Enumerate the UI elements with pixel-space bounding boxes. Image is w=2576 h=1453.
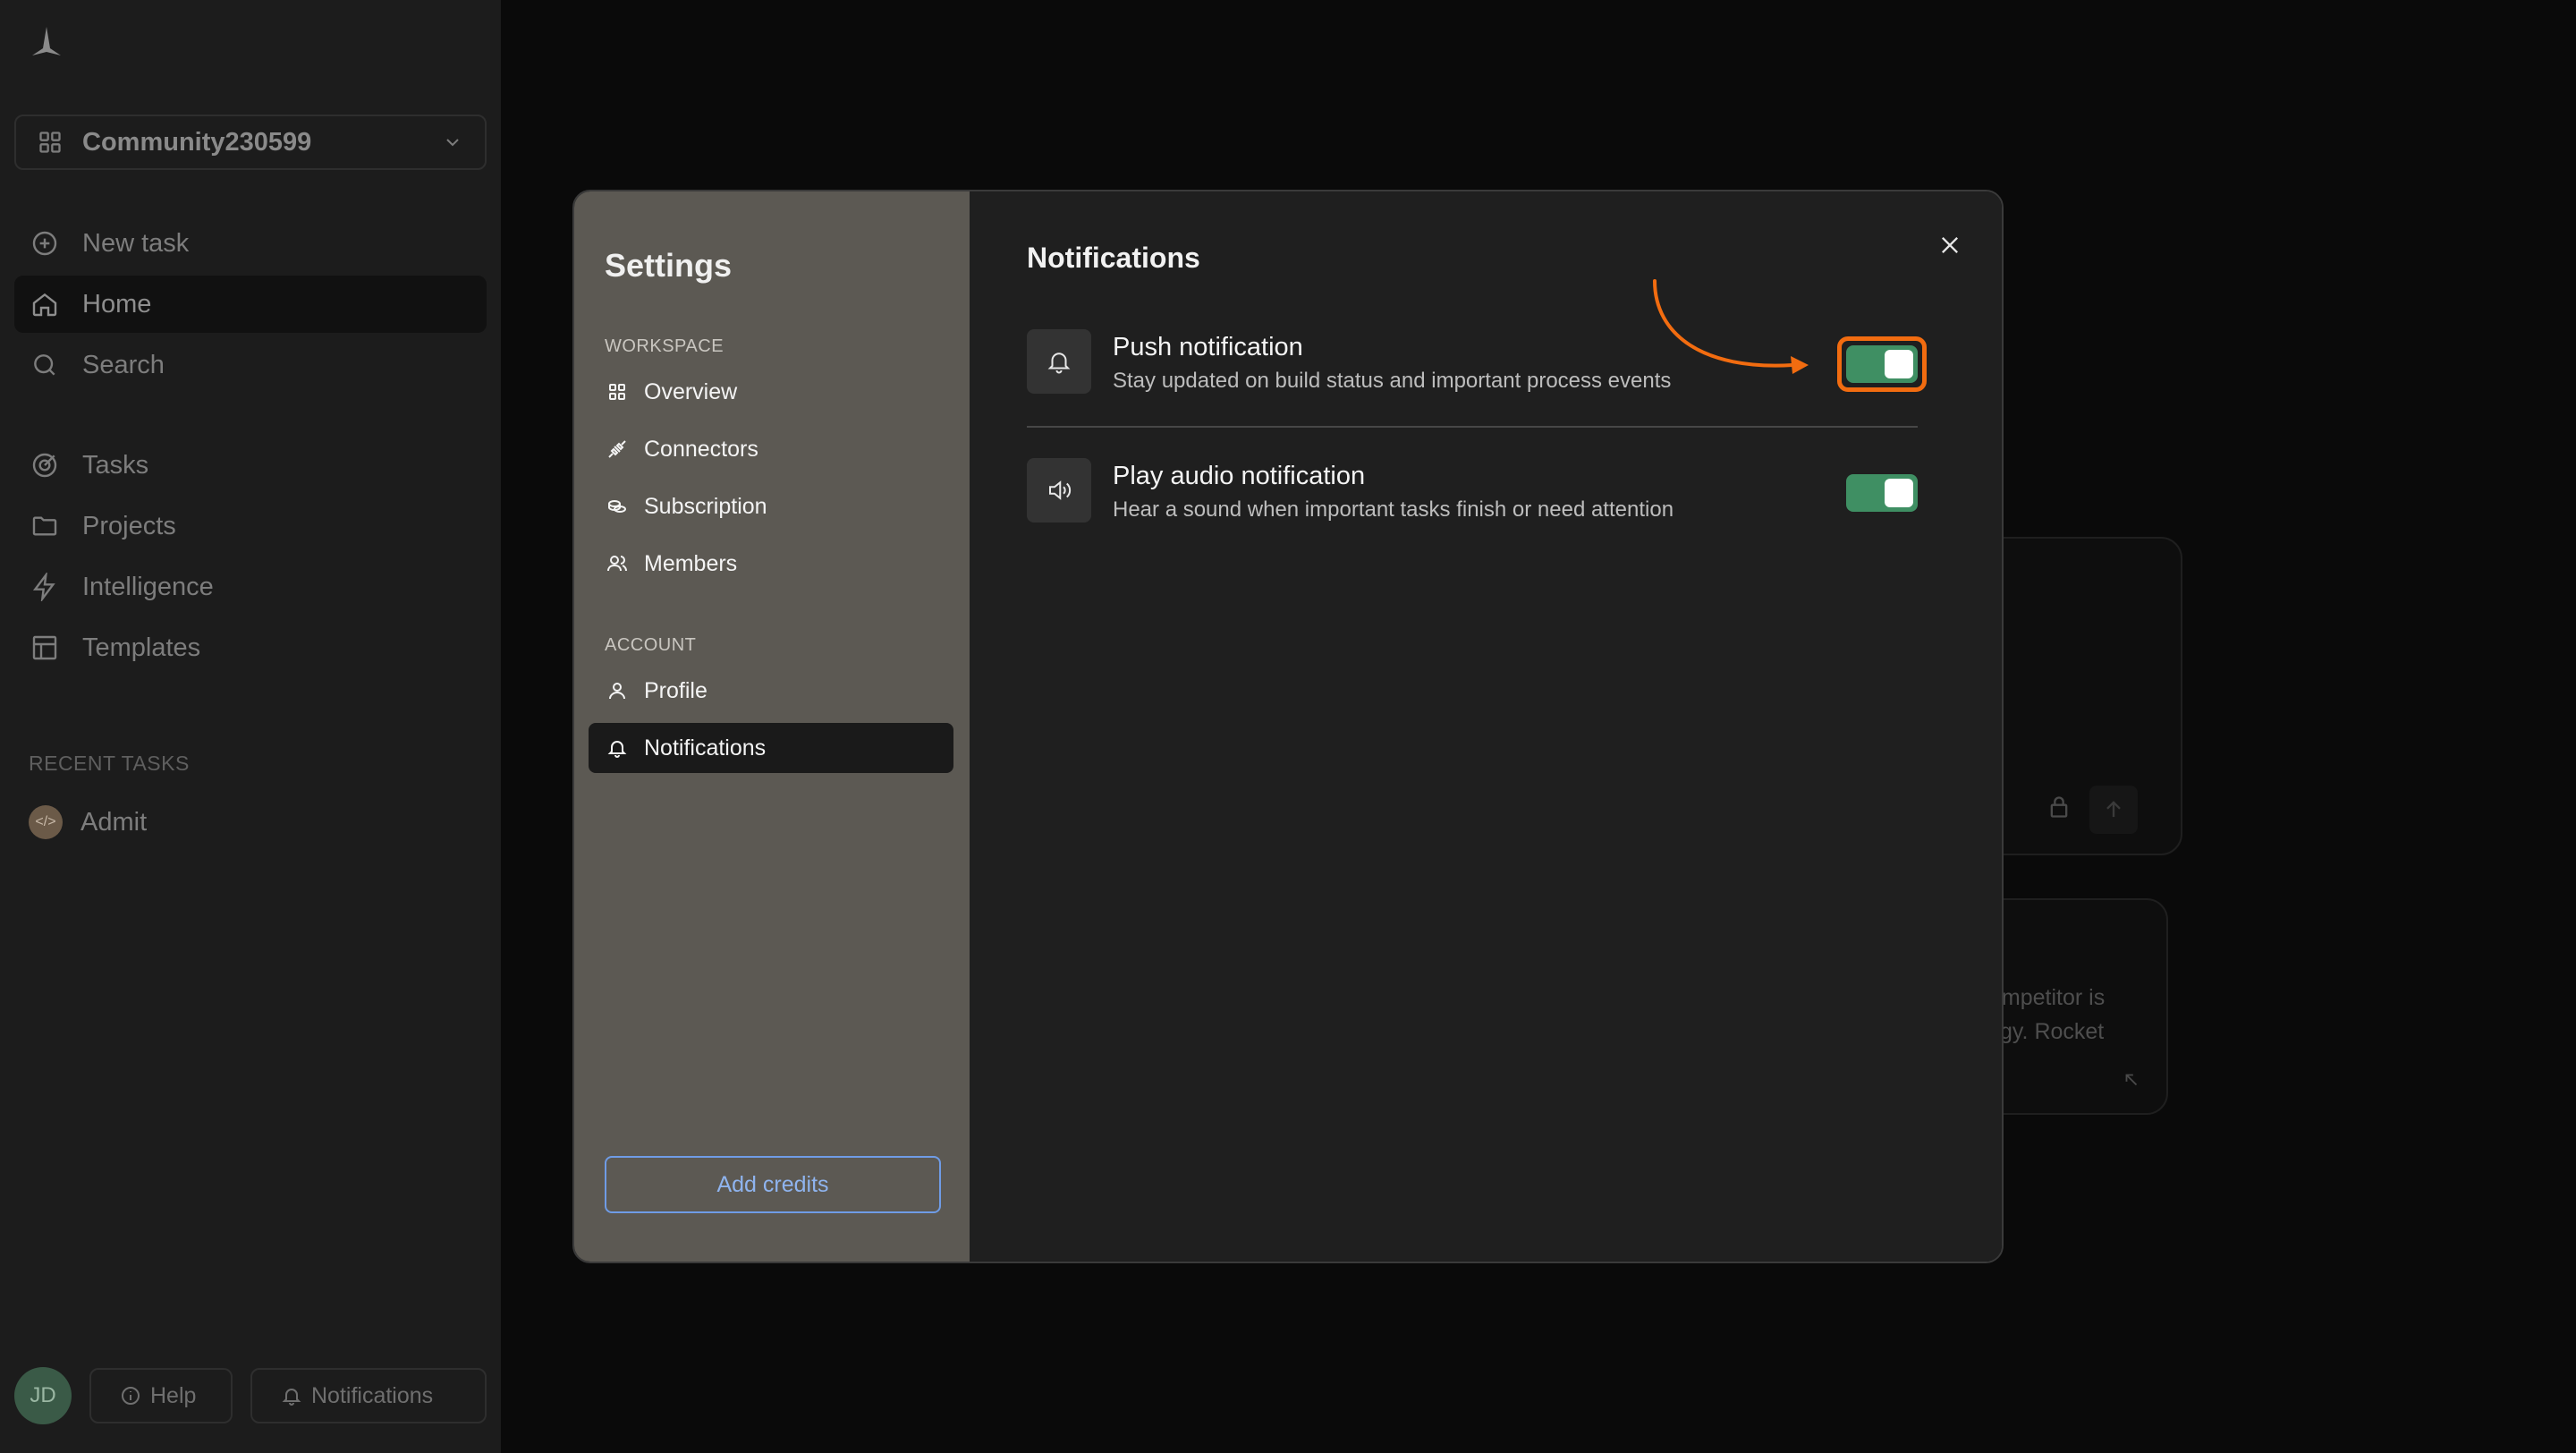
home-icon — [29, 288, 61, 320]
notifications-label: Notifications — [311, 1382, 434, 1408]
settings-nav: Settings WORKSPACE Overview Connectors S… — [574, 191, 970, 1262]
settings-nav-label: Subscription — [644, 493, 767, 519]
settings-nav-label: Members — [644, 550, 738, 576]
sidebar-footer: JD Help Notifications — [14, 1367, 504, 1424]
setting-title: Play audio notification — [1113, 462, 1366, 490]
setting-description: Hear a sound when important tasks finish… — [1113, 497, 1674, 522]
toggle-knob — [1885, 479, 1913, 507]
user-icon — [605, 678, 630, 703]
setting-description: Stay updated on build status and importa… — [1113, 369, 1672, 393]
logo-icon[interactable] — [29, 25, 64, 61]
settings-nav-subscription[interactable]: Subscription — [589, 481, 953, 531]
nav-new-task[interactable]: New task — [14, 215, 487, 272]
workspace-name: Community230599 — [82, 127, 312, 157]
nav-label: New task — [82, 228, 190, 258]
users-icon — [605, 551, 630, 576]
recent-tasks-heading: RECENT TASKS — [29, 752, 190, 775]
nav-label: Search — [82, 350, 165, 379]
grid-icon — [605, 379, 630, 404]
search-icon — [29, 349, 61, 381]
nav-label: Projects — [82, 511, 176, 540]
sidebar: Community230599 New task Home Search Tas… — [0, 0, 501, 1453]
settings-nav-profile[interactable]: Profile — [589, 666, 953, 716]
folder-icon — [29, 510, 61, 542]
code-icon: </> — [29, 805, 63, 839]
card-text-line2: gy. Rocket — [2000, 1019, 2105, 1044]
arrow-up-icon — [2106, 801, 2121, 818]
settings-nav-connectors[interactable]: Connectors — [589, 424, 953, 474]
recent-task-label: Admit — [80, 807, 148, 837]
plus-circle-icon — [29, 227, 61, 259]
help-label: Help — [150, 1382, 197, 1408]
plug-icon — [605, 437, 630, 462]
lock-icon — [2050, 796, 2068, 818]
notifications-heading: Notifications — [1027, 242, 1200, 274]
nav-label: Templates — [82, 633, 201, 662]
nav-tasks[interactable]: Tasks — [14, 437, 487, 494]
audio-notification-row: Play audio notification Hear a sound whe… — [1027, 442, 1918, 540]
setting-title: Push notification — [1113, 333, 1303, 361]
avatar[interactable]: JD — [14, 1367, 72, 1424]
nav-label: Tasks — [82, 450, 149, 480]
chevron-down-icon — [446, 139, 459, 147]
layout-icon — [29, 632, 61, 664]
settings-nav-label: Notifications — [644, 735, 767, 760]
bell-icon — [605, 735, 630, 760]
grid-icon — [39, 132, 61, 153]
settings-nav-members[interactable]: Members — [589, 539, 953, 589]
send-button[interactable] — [2089, 786, 2138, 834]
divider — [1027, 426, 1918, 428]
coins-icon — [605, 494, 630, 519]
add-credits-button[interactable]: Add credits — [605, 1156, 941, 1213]
settings-nav-notifications[interactable]: Notifications — [589, 723, 953, 773]
nav-search[interactable]: Search — [14, 336, 487, 394]
close-icon — [1942, 237, 1958, 253]
card-text-line1: ompetitor is — [1989, 985, 2106, 1010]
speaker-icon — [1027, 458, 1091, 523]
nav-templates[interactable]: Templates — [14, 619, 487, 676]
settings-title: Settings — [605, 247, 733, 284]
settings-nav-label: Connectors — [644, 436, 758, 462]
settings-nav-overview[interactable]: Overview — [589, 367, 953, 417]
audio-notification-toggle[interactable] — [1846, 474, 1918, 512]
settings-modal: Settings WORKSPACE Overview Connectors S… — [572, 190, 2004, 1263]
account-section-label: ACCOUNT — [605, 635, 697, 655]
settings-content: Notifications Push notification Stay upd… — [970, 191, 2002, 1262]
bolt-icon — [29, 571, 61, 603]
close-button[interactable] — [1932, 227, 1968, 263]
highlight-box — [1837, 336, 1927, 392]
nav-projects[interactable]: Projects — [14, 497, 487, 555]
recent-task-item[interactable]: </> Admit — [29, 805, 147, 839]
bell-icon — [282, 1389, 301, 1406]
nav-label: Intelligence — [82, 572, 214, 601]
arrow-expand-icon — [2125, 1074, 2138, 1086]
bell-icon — [1027, 329, 1091, 394]
notifications-button[interactable]: Notifications — [250, 1368, 487, 1423]
workspace-selector[interactable]: Community230599 — [14, 115, 487, 170]
settings-nav-label: Overview — [644, 378, 738, 404]
help-button[interactable]: Help — [89, 1368, 233, 1423]
nav-label: Home — [82, 289, 152, 319]
nav-home[interactable]: Home — [14, 276, 487, 333]
target-icon — [29, 449, 61, 481]
settings-nav-label: Profile — [644, 677, 708, 703]
workspace-section-label: WORKSPACE — [605, 336, 724, 356]
nav-intelligence[interactable]: Intelligence — [14, 558, 487, 616]
push-notification-row: Push notification Stay updated on build … — [1027, 313, 1927, 412]
info-icon — [122, 1387, 140, 1405]
